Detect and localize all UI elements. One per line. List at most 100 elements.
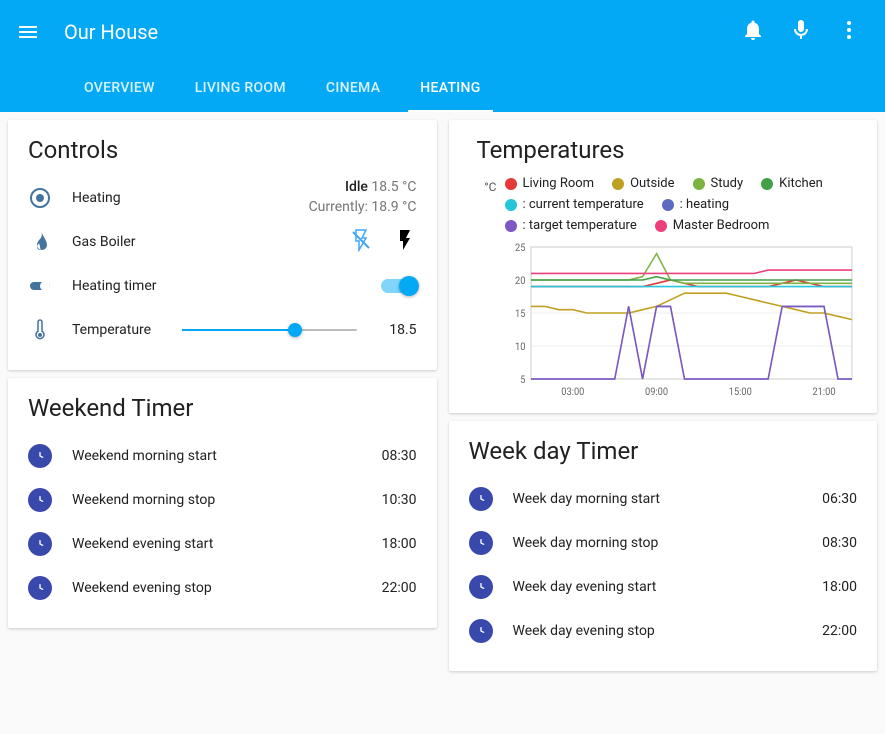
flame-icon [28, 230, 52, 254]
thermometer-icon [28, 318, 52, 342]
tab-heating[interactable]: HEATING [408, 80, 492, 112]
weekend-timer-card: Weekend Timer Weekend morning start08:30… [8, 378, 437, 628]
temperature-label: Temperature [72, 322, 162, 338]
clock-icon [28, 576, 52, 600]
legend-item[interactable]: : current temperature [505, 197, 644, 212]
legend-swatch [693, 178, 705, 190]
boiler-label: Gas Boiler [72, 234, 329, 250]
clock-icon [28, 488, 52, 512]
heating-row[interactable]: Heating Idle 18.5 °C Currently: 18.9 °C [28, 176, 417, 220]
weekday-timer-label: Week day morning stop [513, 535, 803, 551]
weekend-timer-row[interactable]: Weekend morning stop 10:30 [28, 478, 417, 522]
svg-text:15:00: 15:00 [728, 387, 751, 398]
clock-icon [28, 532, 52, 556]
temperatures-chart: 5 10 15 20 25 03:00 09:00 15:00 21:00 [505, 241, 858, 401]
weekend-timer-value: 18:00 [382, 536, 417, 552]
weekend-timer-title: Weekend Timer [28, 394, 417, 422]
weekend-timer-label: Weekend evening start [72, 536, 362, 552]
toggle-icon [28, 274, 52, 298]
legend-swatch [505, 199, 517, 211]
bell-icon[interactable] [741, 18, 765, 46]
weekend-timer-label: Weekend evening stop [72, 580, 362, 596]
weekend-timer-value: 08:30 [382, 448, 417, 464]
legend-item[interactable]: Master Bedroom [655, 218, 770, 233]
legend-label: : target temperature [523, 218, 637, 233]
menu-icon[interactable] [16, 20, 40, 44]
svg-text:03:00: 03:00 [561, 387, 584, 398]
svg-text:5: 5 [520, 375, 526, 386]
legend-swatch [505, 220, 517, 232]
legend-label: : current temperature [523, 197, 644, 212]
weekend-timer-row[interactable]: Weekend evening start 18:00 [28, 522, 417, 566]
weekday-timer-card: Week day Timer Week day morning start 06:… [449, 421, 878, 671]
temperatures-card: Temperatures °C Living Room Outside Study K… [449, 120, 878, 413]
legend-item[interactable]: Kitchen [761, 176, 823, 191]
weekday-timer-value: 22:00 [822, 623, 857, 639]
clock-icon [469, 531, 493, 555]
legend-label: Outside [630, 176, 674, 191]
legend-item[interactable]: Study [693, 176, 744, 191]
heating-timer-toggle[interactable] [381, 279, 417, 293]
svg-text:15: 15 [514, 309, 525, 320]
legend-swatch [505, 178, 517, 190]
weekday-timer-label: Week day evening start [513, 579, 803, 595]
legend-item[interactable]: Living Room [505, 176, 595, 191]
legend-item[interactable]: : heating [662, 197, 729, 212]
more-icon[interactable] [837, 18, 861, 46]
legend-label: Master Bedroom [673, 218, 770, 233]
flash-icon[interactable] [393, 228, 417, 256]
temperatures-title: Temperatures [477, 136, 858, 164]
weekday-timer-row[interactable]: Week day evening start 18:00 [469, 565, 858, 609]
heating-status: Idle 18.5 °C Currently: 18.9 °C [309, 178, 417, 217]
weekday-timer-value: 08:30 [822, 535, 857, 551]
legend-label: : heating [680, 197, 729, 212]
legend-swatch [655, 220, 667, 232]
weekday-timer-row[interactable]: Week day morning start 06:30 [469, 477, 858, 521]
svg-text:20: 20 [514, 276, 524, 287]
legend-item[interactable]: : target temperature [505, 218, 637, 233]
weekend-timer-row[interactable]: Weekend morning start08:30 [28, 434, 417, 478]
thermostat-icon [28, 186, 52, 210]
legend-swatch [662, 199, 674, 211]
heating-timer-label: Heating timer [72, 278, 361, 294]
legend-swatch [612, 178, 624, 190]
clock-icon [469, 575, 493, 599]
temperature-slider[interactable] [182, 329, 357, 331]
weekday-timer-value: 06:30 [822, 491, 857, 507]
weekend-timer-value: 22:00 [382, 580, 417, 596]
clock-icon [469, 487, 493, 511]
legend-label: Study [711, 176, 744, 191]
weekday-timer-row[interactable]: Week day morning stop 08:30 [469, 521, 858, 565]
controls-card: Controls Heating Idle 18.5 °C Currently:… [8, 120, 437, 370]
tab-cinema[interactable]: CINEMA [314, 80, 392, 112]
boiler-row[interactable]: Gas Boiler [28, 220, 417, 264]
weekday-timer-row[interactable]: Week day evening stop22:00 [469, 609, 858, 653]
weekend-timer-value: 10:30 [382, 492, 417, 508]
temperature-value: 18.5 [377, 322, 417, 338]
chart-y-unit: °C [477, 176, 497, 405]
legend-label: Living Room [523, 176, 595, 191]
weekday-timer-value: 18:00 [822, 579, 857, 595]
svg-text:25: 25 [514, 243, 525, 254]
clock-icon [28, 444, 52, 468]
chart-legend: Living Room Outside Study Kitchen : current … [505, 176, 858, 233]
svg-text:10: 10 [514, 342, 524, 353]
heating-timer-row: Heating timer [28, 264, 417, 308]
svg-text:21:00: 21:00 [812, 387, 835, 398]
controls-title: Controls [28, 136, 417, 164]
weekday-timer-title: Week day Timer [469, 437, 858, 465]
tab-overview[interactable]: OVERVIEW [72, 80, 167, 112]
tab-bar: OVERVIEW LIVING ROOM CINEMA HEATING [0, 64, 885, 112]
weekend-timer-label: Weekend morning stop [72, 492, 362, 508]
svg-text:09:00: 09:00 [645, 387, 668, 398]
weekday-timer-label: Week day morning start [513, 491, 803, 507]
flash-off-icon[interactable] [349, 228, 373, 256]
app-bar: Our House [0, 0, 885, 64]
tab-living-room[interactable]: LIVING ROOM [183, 80, 298, 112]
mic-icon[interactable] [789, 18, 813, 46]
clock-icon [469, 619, 493, 643]
app-title: Our House [64, 20, 741, 44]
weekend-timer-row[interactable]: Weekend evening stop 22:00 [28, 566, 417, 610]
legend-item[interactable]: Outside [612, 176, 674, 191]
legend-label: Kitchen [779, 176, 823, 191]
